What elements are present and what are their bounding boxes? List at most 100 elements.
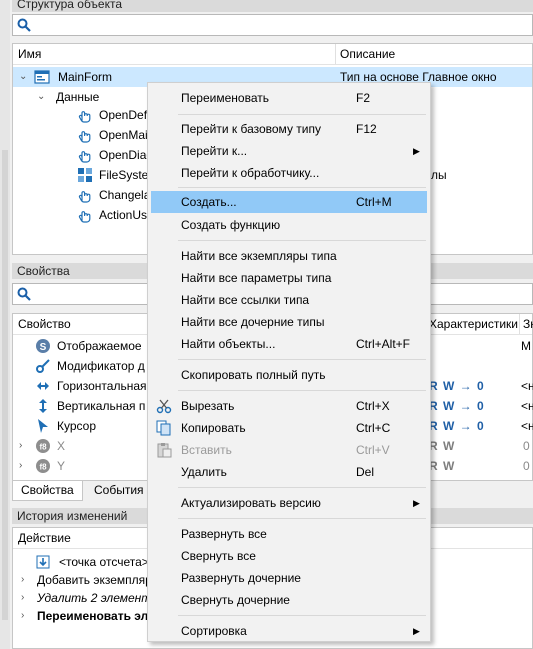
- menu-go-to-base-type[interactable]: Перейти к базовому типу F12: [151, 118, 427, 140]
- paste-icon: [157, 443, 172, 458]
- property-value: <н: [521, 419, 533, 433]
- property-characteristics: R W → 0: [429, 399, 485, 413]
- menu-label: Вырезать: [181, 399, 235, 413]
- menu-shortcut: Ctrl+Alt+F: [356, 337, 411, 351]
- menu-collapse-children[interactable]: Свернуть дочерние: [151, 589, 427, 611]
- tab-properties[interactable]: Свойства: [12, 481, 83, 501]
- chevron-right-icon[interactable]: ›: [21, 570, 24, 590]
- action-icon: [78, 111, 91, 123]
- chevron-right-icon[interactable]: ›: [21, 588, 24, 608]
- menu-expand-children[interactable]: Развернуть дочерние: [151, 567, 427, 589]
- svg-text:f8: f8: [39, 443, 47, 452]
- menu-sort[interactable]: Сортировка ▶: [151, 620, 427, 642]
- property-value: М: [521, 339, 531, 353]
- menu-label: Копировать: [181, 421, 246, 435]
- tab-events[interactable]: События: [86, 481, 152, 500]
- col-action-header[interactable]: Действие: [18, 528, 71, 548]
- structure-header: Имя Описание: [13, 44, 532, 65]
- menu-label: Свернуть дочерние: [181, 593, 290, 607]
- menu-delete[interactable]: Удалить Del: [151, 461, 427, 483]
- menu-go-to[interactable]: Перейти к... ▶: [151, 140, 427, 162]
- property-name: X: [57, 439, 66, 453]
- menu-label: Перейти к базовому типу: [181, 122, 321, 136]
- menu-go-to-handler[interactable]: Перейти к обработчику...: [151, 162, 427, 184]
- float-icon: f8: [36, 439, 50, 453]
- menu-separator: [178, 187, 426, 188]
- menu-create-function[interactable]: Создать функцию: [151, 214, 427, 236]
- menu-copy[interactable]: Копировать Ctrl+C: [151, 417, 427, 439]
- svg-text:S: S: [40, 342, 47, 353]
- search-icon: [17, 18, 31, 32]
- menu-expand-all[interactable]: Развернуть все: [151, 523, 427, 545]
- tree-item-label: OpenDefa: [99, 108, 154, 122]
- chevron-right-icon[interactable]: ›: [19, 456, 22, 476]
- menu-update-version[interactable]: Актуализировать версию ▶: [151, 492, 427, 514]
- menu-label: Найти все параметры типа: [181, 271, 332, 285]
- menu-shortcut: F12: [356, 122, 377, 136]
- menu-shortcut: Del: [356, 465, 375, 479]
- float-icon: f8: [36, 459, 50, 473]
- menu-shortcut: Ctrl+X: [356, 399, 390, 413]
- history-item: <точка отсчета>: [59, 555, 149, 569]
- property-value: 0: [523, 459, 530, 473]
- property-name: Модификатор д: [57, 359, 145, 373]
- menu-shortcut: F2: [356, 91, 371, 105]
- menu-label: Найти объекты...: [181, 337, 276, 351]
- history-item: Добавить экземпляр: [37, 573, 152, 587]
- col-name-header[interactable]: Имя: [18, 44, 41, 64]
- property-characteristics: R W → 0: [429, 379, 485, 393]
- menu-label: Вставить: [181, 443, 232, 457]
- menu-separator: [178, 615, 426, 616]
- property-name: Курсор: [57, 419, 97, 433]
- chevron-down-icon[interactable]: ⌄: [19, 67, 27, 87]
- menu-separator: [178, 390, 426, 391]
- submenu-arrow-icon: ▶: [413, 626, 420, 636]
- menu-rename[interactable]: Переименовать F2: [151, 87, 427, 109]
- menu-collapse-all[interactable]: Свернуть все: [151, 545, 427, 567]
- action-icon: [78, 151, 91, 163]
- property-name: Вертикальная п: [57, 399, 146, 413]
- menu-label: Скопировать полный путь: [181, 368, 326, 382]
- left-scrollbar[interactable]: [0, 0, 10, 649]
- menu-find-refs[interactable]: Найти все ссылки типа: [151, 289, 427, 311]
- scissors-icon: [156, 399, 172, 414]
- menu-find-children[interactable]: Найти все дочерние типы: [151, 311, 427, 333]
- menu-cut[interactable]: Вырезать Ctrl+X: [151, 395, 427, 417]
- tree-item-description: лы: [431, 168, 447, 182]
- col-characteristics-header[interactable]: Характеристики: [429, 314, 518, 334]
- copy-icon: [156, 420, 171, 436]
- menu-shortcut: Ctrl+M: [356, 195, 392, 209]
- menu-label: Развернуть все: [181, 527, 267, 541]
- menu-copy-full-path[interactable]: Скопировать полный путь: [151, 364, 427, 386]
- menu-find-instances[interactable]: Найти все экземпляры типа: [151, 245, 427, 267]
- tree-item-label: ActionUs: [99, 208, 148, 222]
- string-icon: S: [36, 339, 50, 353]
- col-property-header[interactable]: Свойство: [18, 314, 71, 334]
- menu-find-objects[interactable]: Найти объекты... Ctrl+Alt+F: [151, 333, 427, 355]
- cursor-icon: [38, 419, 48, 433]
- history-item: Переименовать эл: [37, 609, 149, 623]
- property-characteristics: R W: [429, 439, 456, 453]
- tree-item-label: OpenDiag: [99, 148, 154, 162]
- menu-label: Найти все ссылки типа: [181, 293, 310, 307]
- property-value: 0: [523, 439, 530, 453]
- property-name: Отображаемое: [57, 339, 142, 353]
- col-value-header[interactable]: Зн: [523, 314, 533, 334]
- submenu-arrow-icon: ▶: [413, 146, 420, 156]
- vertical-align-icon: [39, 399, 47, 413]
- menu-label: Свернуть все: [181, 549, 256, 563]
- col-description-header[interactable]: Описание: [340, 44, 395, 64]
- history-item: Удалить 2 элемент: [37, 591, 152, 605]
- chevron-right-icon[interactable]: ›: [21, 606, 24, 626]
- menu-separator: [178, 518, 426, 519]
- tree-group-label: Данные: [56, 90, 100, 104]
- menu-create[interactable]: Создать... Ctrl+M: [151, 191, 427, 213]
- menu-find-params[interactable]: Найти все параметры типа: [151, 267, 427, 289]
- scrollbar-thumb[interactable]: [2, 150, 8, 620]
- menu-paste[interactable]: Вставить Ctrl+V: [151, 439, 427, 461]
- chevron-down-icon[interactable]: ⌄: [37, 87, 45, 107]
- structure-search-input[interactable]: [12, 14, 533, 36]
- chevron-right-icon[interactable]: ›: [19, 436, 22, 456]
- tree-item-label: Changela: [99, 188, 151, 202]
- property-characteristics: R W: [429, 459, 456, 473]
